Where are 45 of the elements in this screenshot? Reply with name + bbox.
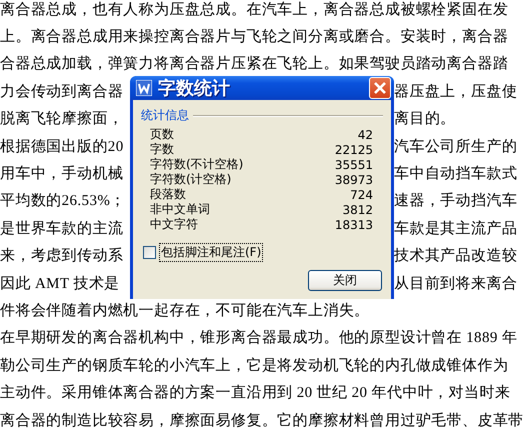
group-label: 统计信息 (141, 107, 189, 124)
document-text: 平均数的26.53%； (0, 192, 126, 210)
document-text: 件将会伴随着内燃机一起存在，不可能在汽车上消失。 (0, 302, 370, 320)
document-text: 汽车公司所生产的 (394, 138, 518, 156)
document-text: 脱离飞轮摩擦面， (0, 110, 124, 128)
document-text: 上。离合器总成用来操控离合器片与飞轮之间分离或磨合。安装时，离合器 (0, 28, 508, 46)
document-text: 车款是其主流产品 (394, 220, 518, 238)
window-title: 字数统计 (158, 77, 231, 100)
document-text: 技术其产品改造较 (394, 247, 518, 266)
document-text: 离合器的制造比较容易，摩擦面易修复。它的摩擦材料曾用过驴毛带、皮革带 (0, 412, 524, 430)
document-text: 力会传动到离合器 (0, 82, 124, 101)
close-icon[interactable] (369, 77, 391, 99)
checkbox-label[interactable]: 包括脚注和尾注(F) (159, 243, 264, 262)
document-text: 用车中，手动机械 (0, 165, 124, 184)
stat-value: 18313 (334, 218, 373, 232)
stat-label: 字符数(不计空格) (150, 156, 244, 172)
document-text: 器压盘上，压盘使 (394, 82, 518, 101)
document-text: 来，考虑到传动系 (0, 247, 124, 266)
document-text: 是世界车款的主流 (0, 220, 124, 238)
document-text: 勒公司生产的钢质车轮的小汽车上，它是将发动机飞轮的内孔做成锥体作为 (0, 356, 508, 375)
document-text: 速器，手动挡汽车 (394, 192, 518, 210)
document-text: 在早期研发的离合器机构中，锥形离合器最成功。他的原型设计曾在 1889 年 (0, 329, 518, 348)
document-text: 离目的。 (394, 110, 456, 128)
stat-value: 22125 (334, 142, 373, 156)
stat-label: 非中文单词 (150, 201, 210, 218)
app-icon (136, 80, 152, 96)
stat-value: 35551 (334, 158, 373, 172)
stat-label: 段落数 (150, 186, 186, 203)
stat-value: 724 (350, 188, 373, 202)
document-text: 车中自动挡车款式 (394, 165, 518, 184)
stat-label: 字符数(计空格) (150, 171, 232, 188)
stat-label: 字数 (150, 141, 174, 158)
document-text: 主动件。采用锥体离合器的方案一直沿用到 20 世纪 20 年代中叶，对当时来 (0, 384, 510, 402)
document-text: 从目前到将来离合 (394, 274, 518, 293)
document-text: 因此 AMT 技术是 (0, 274, 120, 293)
stat-label: 页数 (150, 126, 174, 142)
stat-value: 42 (358, 128, 373, 142)
document-text: 合器总成加载，弹簧力将离合器片压紧在飞轮上。如果驾驶员踏动离合器踏 (0, 55, 508, 74)
document-text: 根据德国出版的20 (0, 138, 124, 156)
checkbox[interactable] (143, 246, 156, 259)
document-text: 离合器总成，也有人称为压盘总成。在汽车上，离合器总成被螺栓紧固在发 (0, 0, 508, 19)
stat-label: 中文字符 (150, 216, 198, 233)
stat-value: 3812 (342, 202, 373, 216)
close-button[interactable]: 关闭 (308, 270, 382, 291)
stat-value: 38973 (334, 172, 373, 186)
